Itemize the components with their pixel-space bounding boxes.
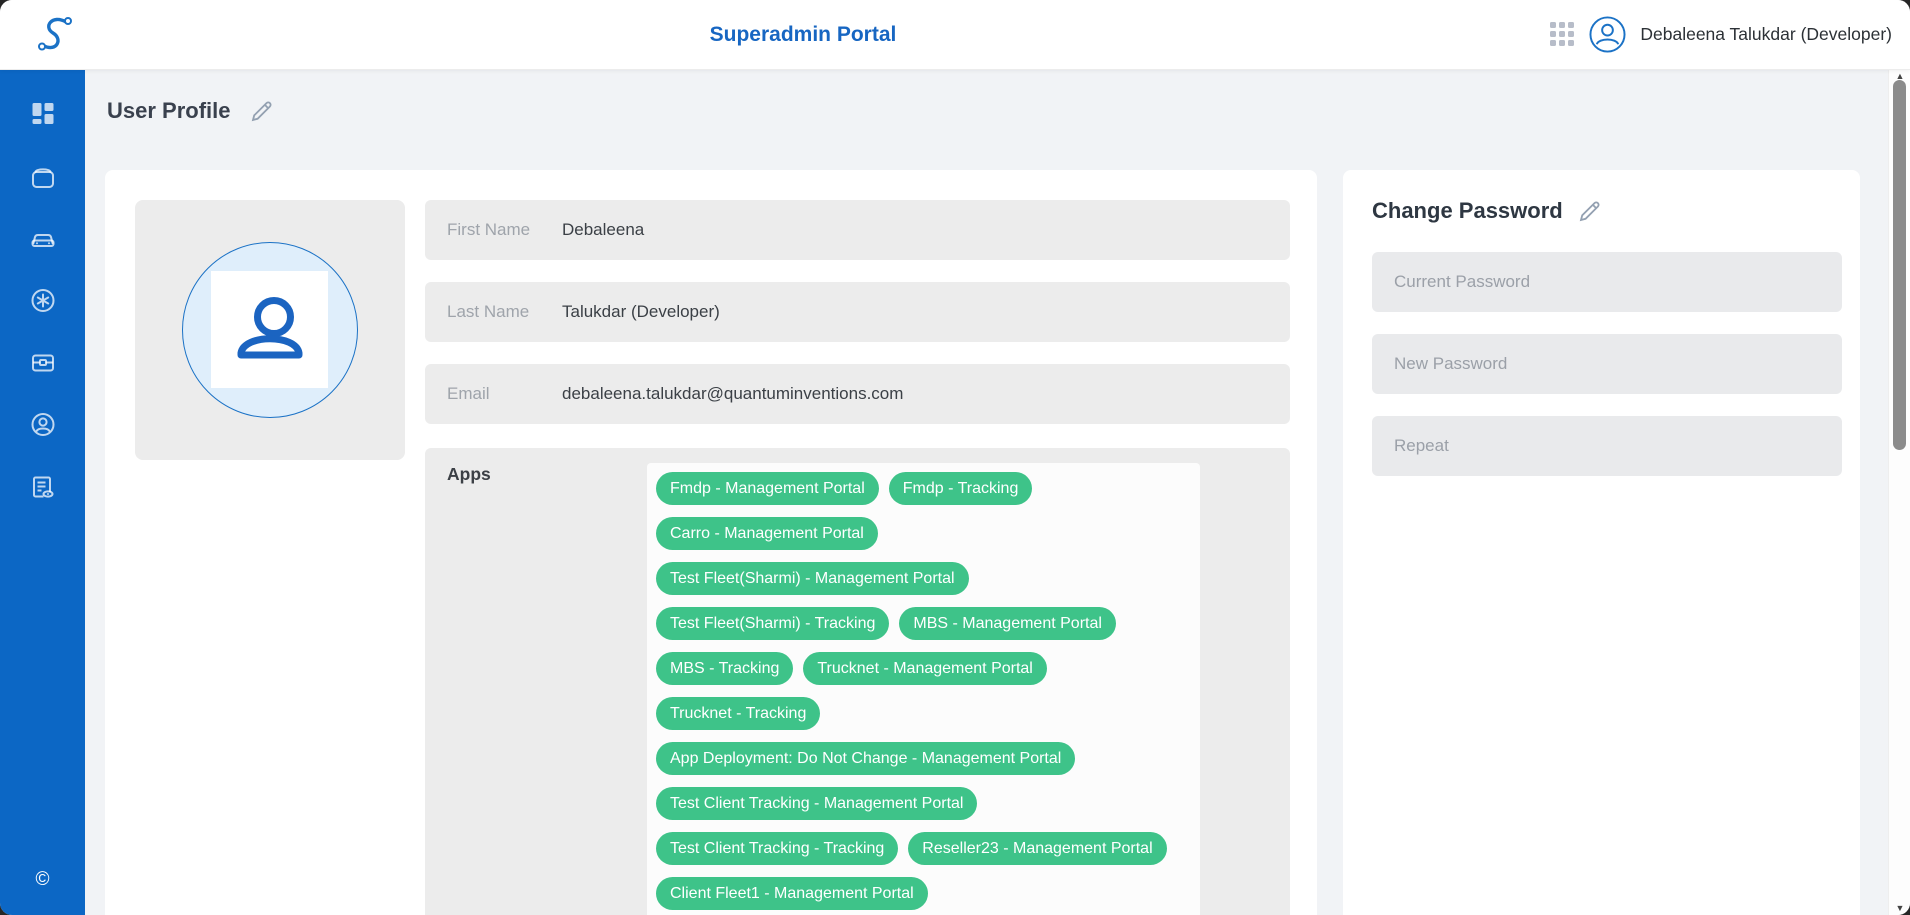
app-badge[interactable]: Test Fleet(Sharmi) - Tracking <box>656 607 889 640</box>
first-name-value: Debaleena <box>562 200 644 260</box>
apps-list-container: Fmdp - Management Portal Fmdp - Tracking C… <box>647 463 1200 915</box>
app-badge[interactable]: MBS - Management Portal <box>899 607 1116 640</box>
scrollbar-thumb[interactable] <box>1893 80 1906 450</box>
copyright-icon: © <box>0 869 85 891</box>
change-password-title: Change Password <box>1372 198 1563 224</box>
car-icon[interactable] <box>29 226 56 253</box>
apps-field: Apps Fmdp - Management Portal Fmdp - Trac… <box>425 448 1290 915</box>
logged-in-user-name[interactable]: Debaleena Talukdar (Developer) <box>1640 24 1892 45</box>
app-badge[interactable]: Test Client Tracking - Tracking <box>656 832 898 865</box>
new-password-input[interactable] <box>1372 334 1842 394</box>
app-badge[interactable]: App Deployment: Do Not Change - Manageme… <box>656 742 1075 775</box>
email-label: Email <box>447 364 490 424</box>
current-password-input[interactable] <box>1372 252 1842 312</box>
page-title-row: User Profile <box>107 98 274 124</box>
edit-password-pencil-icon[interactable] <box>1577 199 1602 224</box>
wallet-icon[interactable] <box>29 165 56 192</box>
change-password-card: Change Password <box>1343 170 1860 915</box>
vertical-scrollbar[interactable]: ▲ ▼ <box>1888 69 1910 915</box>
email-field[interactable]: Email debaleena.talukdar@quantuminventio… <box>425 364 1290 424</box>
account-icon[interactable] <box>29 411 56 438</box>
portal-title: Superadmin Portal <box>710 0 897 69</box>
company-logo-icon[interactable] <box>32 11 78 57</box>
top-header: Superadmin Portal Debaleena Talukdar (De… <box>0 0 1910 70</box>
audit-log-icon[interactable] <box>29 474 56 501</box>
app-badge[interactable]: Carro - Management Portal <box>656 517 878 550</box>
app-badge[interactable]: Test Fleet(Sharmi) - Management Portal <box>656 562 969 595</box>
toolbox-icon[interactable] <box>29 349 56 376</box>
app-window: Superadmin Portal Debaleena Talukdar (De… <box>0 0 1910 915</box>
app-badge[interactable]: Trucknet - Management Portal <box>803 652 1047 685</box>
email-value: debaleena.talukdar@quantuminventions.com <box>562 364 903 424</box>
profile-person-icon <box>211 271 328 388</box>
app-badge[interactable]: Fmdp - Tracking <box>889 472 1033 505</box>
app-badge[interactable]: Trucknet - Tracking <box>656 697 820 730</box>
user-avatar-icon[interactable] <box>1589 16 1626 53</box>
profile-photo-tile[interactable] <box>135 200 405 460</box>
header-right-cluster: Debaleena Talukdar (Developer) <box>1550 0 1892 69</box>
change-password-header: Change Password <box>1372 198 1602 224</box>
app-badge[interactable]: Fmdp - Management Portal <box>656 472 879 505</box>
page-title: User Profile <box>107 98 231 124</box>
user-profile-card: First Name Debaleena Last Name Talukdar … <box>105 170 1317 915</box>
profile-photo-circle <box>182 242 358 418</box>
left-nav-sidebar: © <box>0 69 85 915</box>
app-badge[interactable]: MBS - Tracking <box>656 652 793 685</box>
last-name-field[interactable]: Last Name Talukdar (Developer) <box>425 282 1290 342</box>
last-name-label: Last Name <box>447 282 529 342</box>
app-badge[interactable]: Reseller23 - Management Portal <box>908 832 1166 865</box>
edit-profile-pencil-icon[interactable] <box>249 99 274 124</box>
apps-grid-icon[interactable] <box>1550 22 1575 47</box>
last-name-value: Talukdar (Developer) <box>562 282 720 342</box>
scroll-down-arrow-icon[interactable]: ▼ <box>1889 901 1910 915</box>
app-badge[interactable]: Test Client Tracking - Management Portal <box>656 787 977 820</box>
asterisk-icon[interactable] <box>29 287 56 314</box>
first-name-field[interactable]: First Name Debaleena <box>425 200 1290 260</box>
first-name-label: First Name <box>447 200 530 260</box>
apps-list: Fmdp - Management Portal Fmdp - Tracking C… <box>656 472 1191 910</box>
repeat-password-input[interactable] <box>1372 416 1842 476</box>
app-badge[interactable]: Client Fleet1 - Management Portal <box>656 877 928 910</box>
apps-label: Apps <box>447 464 491 485</box>
dashboard-icon[interactable] <box>29 100 56 127</box>
